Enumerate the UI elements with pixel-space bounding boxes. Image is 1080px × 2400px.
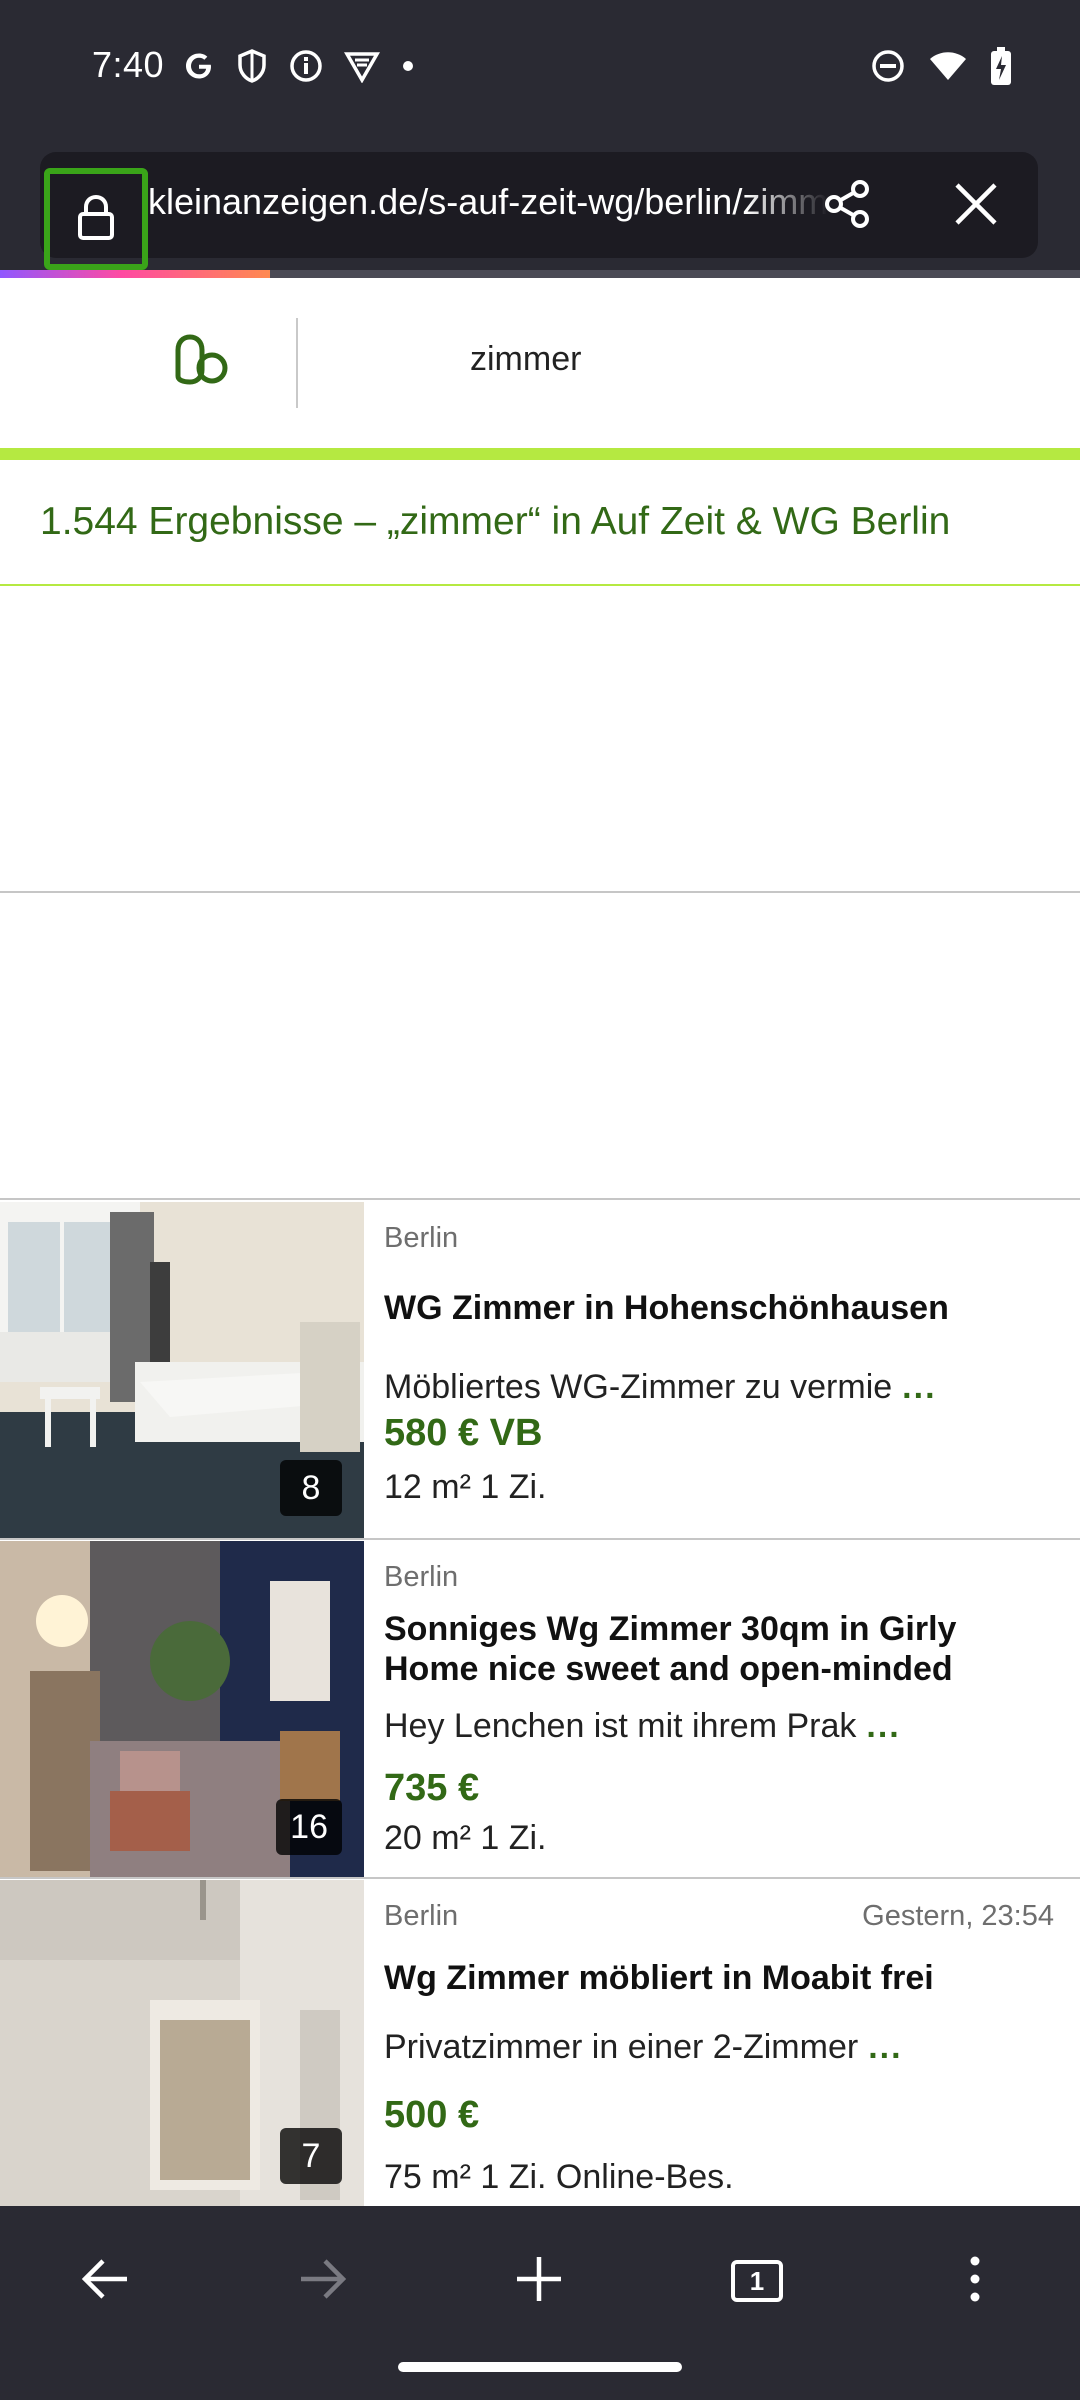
listing-date: Gestern, 23:54 <box>862 1900 1054 1932</box>
listing-title[interactable]: Sonniges Wg Zimmer 30qm in Girly Home ni… <box>384 1609 1024 1689</box>
listing-photo[interactable]: 7 <box>0 1880 364 2206</box>
plus-icon <box>515 2255 563 2308</box>
share-button[interactable] <box>820 178 876 234</box>
status-icons-left <box>182 46 416 86</box>
close-icon <box>953 181 999 232</box>
listing-description-text: Möbliertes WG-Zimmer zu vermie <box>384 1368 893 1406</box>
ad-placeholder <box>0 895 1080 1200</box>
listing-meta: 20 m² 1 Zi. <box>384 1819 547 1857</box>
listing-item[interactable]: 16 Berlin Sonniges Wg Zimmer 30qm in Gir… <box>0 1541 1080 1879</box>
page-load-progress <box>0 270 1080 278</box>
site-header: zimmer <box>0 278 1080 448</box>
forward-button[interactable] <box>278 2246 368 2316</box>
battery-charging-icon <box>990 47 1012 85</box>
listing-location: Berlin <box>384 1561 459 1593</box>
kleinanzeigen-logo-icon[interactable] <box>172 330 232 390</box>
new-tab-button[interactable] <box>494 2246 584 2316</box>
tab-count: 1 <box>731 2260 783 2302</box>
browser-toolbar: kleinanzeigen.de/s-auf-zeit-wg/berlin/zi… <box>0 138 1080 270</box>
url-text[interactable]: kleinanzeigen.de/s-auf-zeit-wg/berlin/zi… <box>148 181 828 229</box>
accent-bar <box>0 448 1080 460</box>
info-icon <box>288 48 324 84</box>
google-icon <box>182 49 216 83</box>
ad-placeholder <box>0 588 1080 893</box>
listing-item[interactable]: 8 Berlin WG Zimmer in Hohenschönhausen M… <box>0 1202 1080 1540</box>
listing-meta: 12 m² 1 Zi. <box>384 1468 547 1506</box>
status-icons-right <box>870 46 1012 86</box>
results-heading: 1.544 Ergebnisse – „zimmer“ in Auf Zeit … <box>0 460 1080 586</box>
search-input[interactable]: zimmer <box>470 340 581 379</box>
listing-photo[interactable]: 8 <box>0 1202 364 1538</box>
more-indicator: ... <box>868 2028 903 2066</box>
back-arrow-icon <box>79 2257 131 2306</box>
listing-location: Berlin <box>384 1900 459 1932</box>
url-bar[interactable]: kleinanzeigen.de/s-auf-zeit-wg/berlin/zi… <box>40 152 1038 270</box>
dot-icon <box>400 58 416 74</box>
listing-price: 735 € <box>384 1767 480 1809</box>
listing-title[interactable]: Wg Zimmer möbliert in Moabit frei <box>384 1958 1024 1998</box>
wifi-icon <box>928 49 968 83</box>
menu-button[interactable] <box>930 2246 1020 2316</box>
more-indicator: ... <box>902 1368 937 1406</box>
listing-price: 580 € VB <box>384 1412 543 1454</box>
photo-count-badge: 8 <box>280 1460 342 1516</box>
lock-icon <box>75 193 117 246</box>
listing-price: 500 € <box>384 2094 480 2136</box>
status-bar: 7:40 <box>0 0 1080 138</box>
do-not-disturb-icon <box>870 48 906 84</box>
listing-description-text: Hey Lenchen ist mit ihrem Prak <box>384 1707 857 1745</box>
listing-description-text: Privatzimmer in einer 2-Zimmer <box>384 2028 859 2066</box>
close-custom-tab-button[interactable] <box>948 178 1004 234</box>
share-icon <box>822 178 874 235</box>
listing-description: Privatzimmer in einer 2-Zimmer... <box>384 2028 1024 2067</box>
status-time: 7:40 <box>92 44 165 85</box>
vpn-icon <box>344 49 380 83</box>
more-indicator: ... <box>866 1707 901 1745</box>
listing-item[interactable]: 7 Berlin Gestern, 23:54 Wg Zimmer möblie… <box>0 1880 1080 2206</box>
photo-count-badge: 7 <box>280 2128 342 2184</box>
progress-fill <box>0 270 270 278</box>
shield-icon <box>236 48 268 84</box>
site-security-button[interactable] <box>44 168 148 270</box>
listing-title[interactable]: WG Zimmer in Hohenschönhausen <box>384 1288 1024 1328</box>
listing-description: Hey Lenchen ist mit ihrem Prak... <box>384 1707 1024 1746</box>
home-indicator[interactable] <box>398 2362 682 2372</box>
header-divider <box>296 318 298 408</box>
back-button[interactable] <box>60 2246 150 2316</box>
listing-location: Berlin <box>384 1222 459 1254</box>
photo-count-badge: 16 <box>276 1799 342 1855</box>
listing-description: Möbliertes WG-Zimmer zu vermie... <box>384 1368 1024 1407</box>
listing-photo[interactable]: 16 <box>0 1541 364 1877</box>
tabs-button[interactable]: 1 <box>712 2246 802 2316</box>
forward-arrow-icon <box>297 2257 349 2306</box>
more-vertical-icon <box>969 2255 981 2308</box>
listing-meta: 75 m² 1 Zi. Online-Bes. <box>384 2158 734 2196</box>
